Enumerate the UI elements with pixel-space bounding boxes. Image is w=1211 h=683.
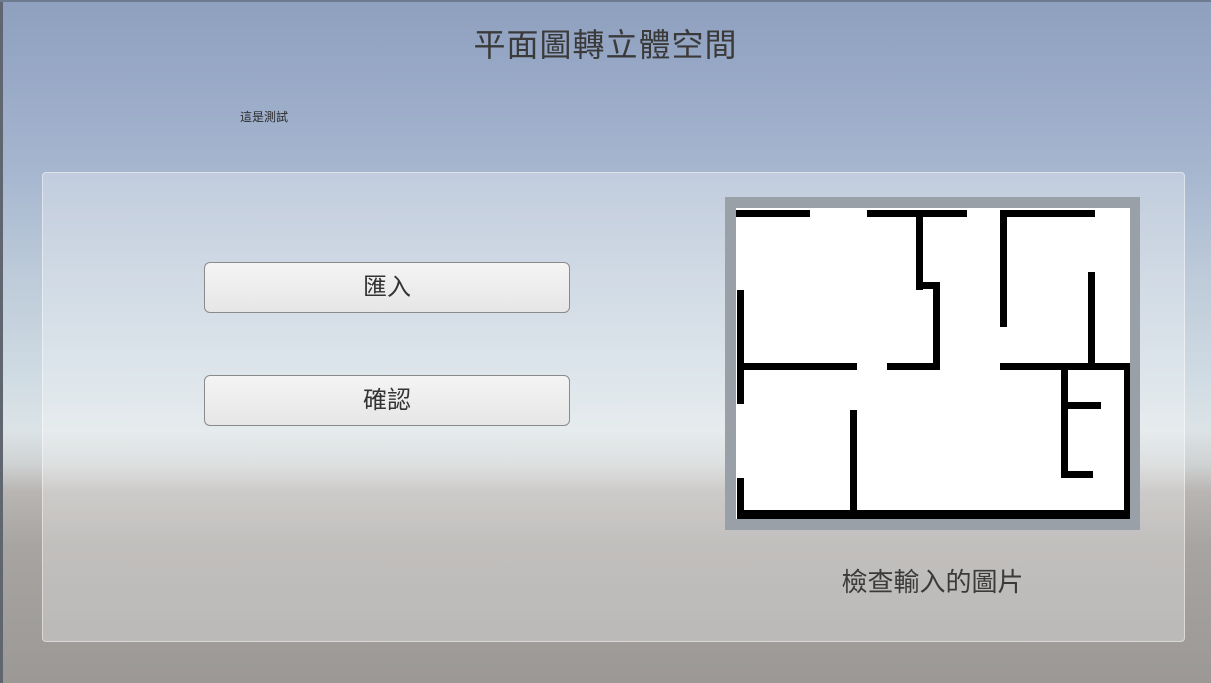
wall xyxy=(933,282,940,370)
window-left-edge xyxy=(0,0,3,683)
wall xyxy=(737,290,744,404)
confirm-button[interactable]: 確認 xyxy=(204,375,570,426)
wall xyxy=(1000,363,1130,370)
test-label: 這是測試 xyxy=(240,110,289,124)
wall xyxy=(850,410,857,514)
wall xyxy=(1124,363,1130,519)
floor-plan-preview-image xyxy=(736,208,1130,519)
preview-caption: 檢查輸入的圖片 xyxy=(841,568,1024,598)
wall xyxy=(1061,370,1068,478)
window-top-edge xyxy=(0,0,1211,2)
wall xyxy=(736,210,810,217)
wall xyxy=(887,363,940,370)
wall xyxy=(916,210,923,290)
wall xyxy=(1000,210,1007,327)
wall xyxy=(1088,272,1095,370)
page-title: 平面圖轉立體空間 xyxy=(473,26,738,64)
floor-plan-drawing xyxy=(736,210,1130,519)
import-button[interactable]: 匯入 xyxy=(204,262,570,313)
wall xyxy=(1061,471,1093,478)
wall xyxy=(1061,402,1101,409)
wall xyxy=(737,510,1130,519)
wall xyxy=(1001,210,1095,217)
image-preview-frame xyxy=(725,197,1140,530)
wall xyxy=(737,363,857,370)
